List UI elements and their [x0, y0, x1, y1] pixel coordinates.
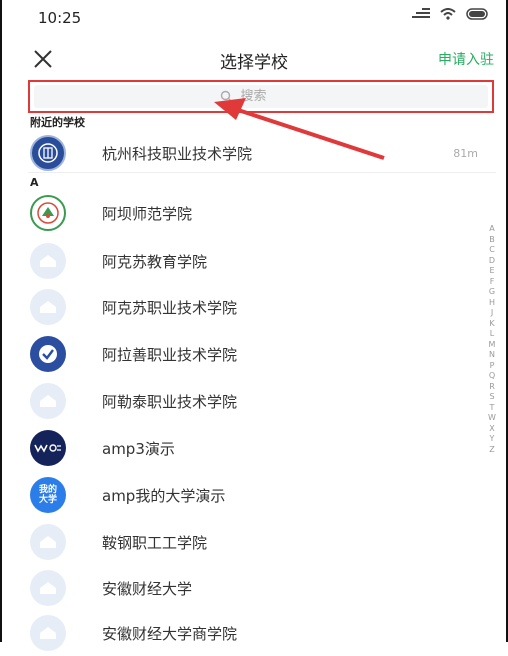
page-title: 选择学校: [220, 53, 288, 73]
index-letter[interactable]: M: [485, 340, 499, 351]
index-letter[interactable]: P: [485, 361, 499, 372]
index-letter[interactable]: R: [485, 382, 499, 393]
school-name: amp3演示: [102, 439, 175, 458]
index-letter[interactable]: A: [485, 224, 499, 235]
section-header-a: A: [30, 176, 39, 189]
search-icon: [220, 90, 232, 103]
divider: [28, 172, 496, 173]
placeholder-logo-icon: [30, 243, 66, 279]
index-letter[interactable]: F: [485, 277, 499, 288]
logo-text: 我的大学: [38, 485, 57, 505]
index-letter[interactable]: G: [485, 287, 499, 298]
school-name: 阿克苏职业技术学院: [102, 298, 238, 317]
school-row[interactable]: 我的大学 amp我的大学演示: [30, 472, 488, 518]
school-name: 安徽财经大学: [102, 579, 193, 598]
we-logo-icon: [34, 444, 61, 453]
school-row[interactable]: 鞍钢职工工学院: [30, 519, 488, 565]
section-header-nearby: 附近的学校: [30, 116, 85, 129]
index-letter[interactable]: J: [485, 308, 499, 319]
index-letter[interactable]: X: [485, 424, 499, 435]
search-box[interactable]: [34, 85, 488, 108]
placeholder-logo-icon: [30, 524, 66, 560]
index-letter[interactable]: T: [485, 403, 499, 414]
hzvtc-logo-icon: [38, 143, 58, 163]
index-letter[interactable]: E: [485, 266, 499, 277]
index-letter[interactable]: W: [485, 413, 499, 424]
placeholder-logo-icon: [30, 289, 66, 325]
status-bar: 10:25: [0, 0, 508, 36]
index-letter[interactable]: L: [485, 329, 499, 340]
check-logo-icon: [39, 345, 57, 363]
school-row[interactable]: amp3演示: [30, 425, 488, 471]
index-letter[interactable]: S: [485, 392, 499, 403]
index-letter[interactable]: N: [485, 350, 499, 361]
school-row[interactable]: 阿坝师范学院: [30, 190, 488, 236]
nav-bar: 选择学校 申请入驻: [0, 36, 508, 82]
apply-join-button[interactable]: 申请入驻: [438, 49, 494, 69]
search-input[interactable]: [238, 88, 303, 105]
system-icons: [412, 8, 490, 20]
index-letter[interactable]: Y: [485, 434, 499, 445]
school-distance: 81m: [453, 146, 478, 160]
school-logo: 我的大学: [30, 477, 66, 513]
school-name: amp我的大学演示: [102, 486, 226, 505]
status-time: 10:25: [38, 9, 82, 27]
school-row[interactable]: 安徽财经大学: [30, 565, 488, 611]
wifi-icon: [440, 8, 456, 20]
school-row[interactable]: 杭州科技职业技术学院 81m: [30, 130, 488, 176]
school-name: 阿坝师范学院: [102, 204, 193, 223]
index-letter[interactable]: B: [485, 235, 499, 246]
abat-logo-icon: [37, 202, 59, 224]
school-logo: [30, 195, 66, 231]
battery-icon: [466, 8, 488, 20]
index-letter[interactable]: C: [485, 245, 499, 256]
index-letter[interactable]: D: [485, 256, 499, 267]
school-name: 阿勒泰职业技术学院: [102, 392, 238, 411]
school-row[interactable]: 阿克苏职业技术学院: [30, 284, 488, 330]
index-letter[interactable]: Q: [485, 371, 499, 382]
school-logo: [30, 336, 66, 372]
school-row[interactable]: 阿克苏教育学院: [30, 238, 488, 284]
school-name: 阿克苏教育学院: [102, 252, 208, 271]
index-letter[interactable]: K: [485, 319, 499, 330]
school-logo: [30, 430, 66, 466]
school-name: 杭州科技职业技术学院: [102, 144, 253, 163]
search-highlight: [28, 80, 494, 113]
alphabet-index[interactable]: A B C D E F G H J K L M N P Q R S T W X …: [485, 224, 499, 455]
index-letter[interactable]: Z: [485, 445, 499, 456]
placeholder-logo-icon: [30, 383, 66, 419]
school-name: 安徽财经大学商学院: [102, 624, 238, 643]
school-row[interactable]: 阿拉善职业技术学院: [30, 331, 488, 377]
school-row[interactable]: 阿勒泰职业技术学院: [30, 378, 488, 424]
school-name: 鞍钢职工工学院: [102, 533, 208, 552]
placeholder-logo-icon: [30, 570, 66, 606]
school-row[interactable]: 安徽财经大学商学院: [30, 610, 488, 656]
placeholder-logo-icon: [30, 615, 66, 651]
school-name: 阿拉善职业技术学院: [102, 345, 238, 364]
school-logo: [30, 135, 66, 171]
index-letter[interactable]: H: [485, 298, 499, 309]
signal-icon: [412, 8, 430, 18]
